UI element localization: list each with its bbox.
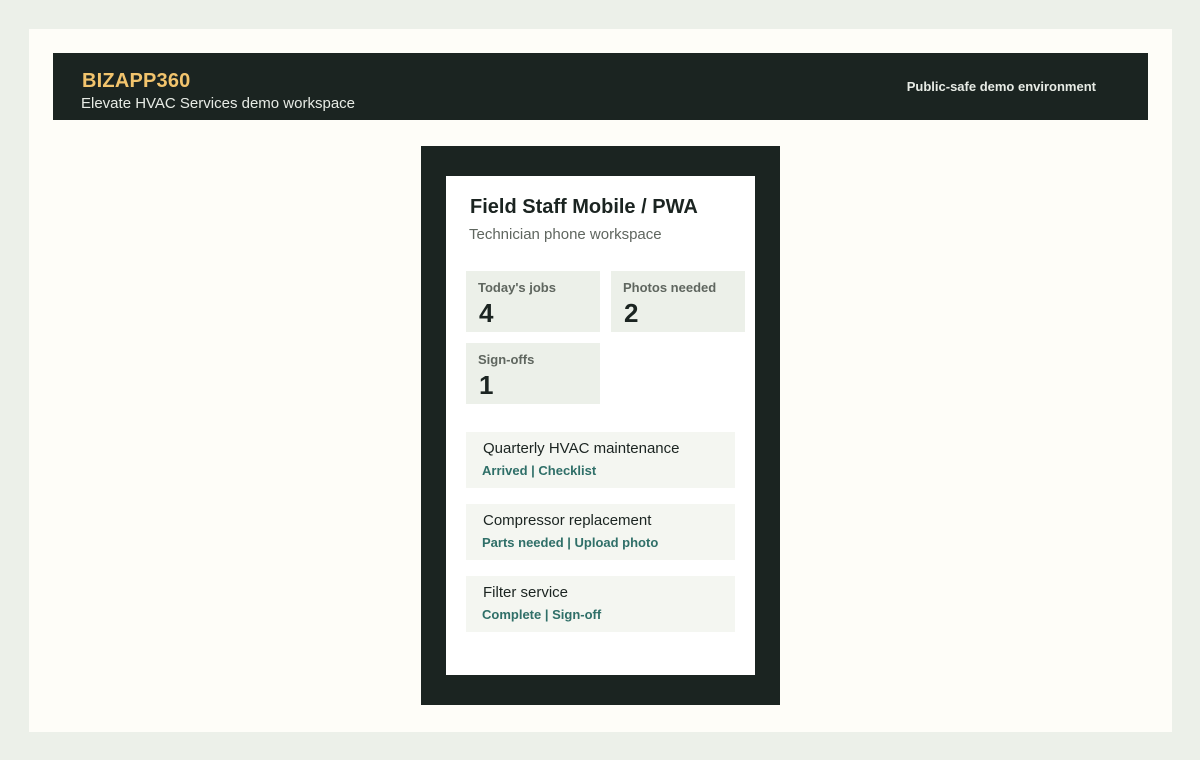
job-title: Compressor replacement bbox=[483, 512, 652, 529]
stat-label: Photos needed bbox=[623, 280, 717, 295]
environment-label: Public-safe demo environment bbox=[906, 79, 1096, 94]
job-status-actions[interactable]: Complete | Sign-off bbox=[482, 607, 601, 622]
job-status-actions[interactable]: Parts needed | Upload photo bbox=[482, 535, 658, 550]
stat-card-sign-offs[interactable]: Sign-offs 1 bbox=[466, 343, 600, 404]
job-status-actions[interactable]: Arrived | Checklist bbox=[482, 463, 596, 478]
stat-label: Sign-offs bbox=[478, 352, 535, 367]
phone-screen: Field Staff Mobile / PWA Technician phon… bbox=[446, 176, 755, 675]
screen-title: Field Staff Mobile / PWA bbox=[470, 196, 698, 218]
screen-subtitle: Technician phone workspace bbox=[469, 226, 662, 243]
job-title: Quarterly HVAC maintenance bbox=[483, 440, 680, 457]
stat-value: 4 bbox=[479, 298, 494, 328]
brand-logo-text[interactable]: BIZAPP360 bbox=[82, 70, 191, 93]
phone-device-frame: Field Staff Mobile / PWA Technician phon… bbox=[421, 146, 780, 705]
job-card[interactable]: Quarterly HVAC maintenance Arrived | Che… bbox=[466, 432, 735, 488]
workspace-subtitle: Elevate HVAC Services demo workspace bbox=[81, 95, 355, 112]
stat-value: 2 bbox=[624, 298, 639, 328]
app-header: BIZAPP360 Elevate HVAC Services demo wor… bbox=[53, 53, 1148, 120]
job-title: Filter service bbox=[483, 584, 569, 601]
stat-value: 1 bbox=[479, 370, 494, 400]
job-card[interactable]: Filter service Complete | Sign-off bbox=[466, 576, 735, 632]
stat-card-todays-jobs[interactable]: Today's jobs 4 bbox=[466, 271, 600, 332]
job-card[interactable]: Compressor replacement Parts needed | Up… bbox=[466, 504, 735, 560]
stat-label: Today's jobs bbox=[478, 280, 556, 295]
stat-card-photos-needed[interactable]: Photos needed 2 bbox=[611, 271, 745, 332]
